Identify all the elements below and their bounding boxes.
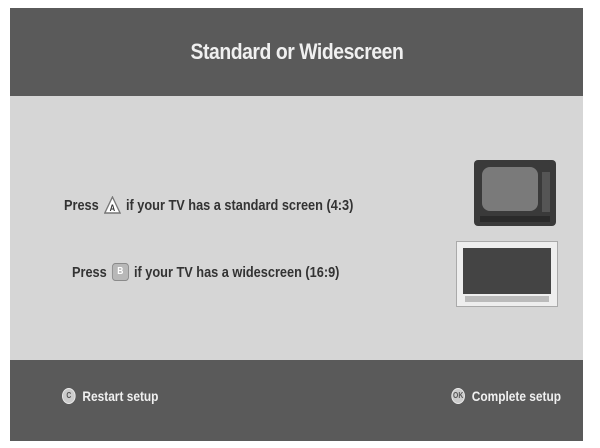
options-panel: Press A if your TV has a standard screen… [10, 96, 583, 360]
option-widescreen[interactable]: Press B if your TV has a widescreen (16:… [72, 263, 339, 281]
option-widescreen-label: if your TV has a widescreen (16:9) [133, 263, 340, 281]
triangle-a-key-icon: A [103, 195, 122, 214]
footer-bar: C Restart setup OK Complete setup [10, 360, 583, 441]
option-widescreen-prefix: Press [72, 263, 107, 281]
option-standard-prefix: Press [64, 196, 99, 214]
svg-text:A: A [110, 202, 116, 213]
complete-setup-button[interactable]: OK Complete setup [451, 388, 561, 404]
round-c-key-icon: C [62, 388, 76, 404]
crt-tv-icon [474, 160, 556, 226]
restart-setup-button[interactable]: C Restart setup [62, 388, 158, 404]
square-b-key-icon: B [111, 263, 129, 281]
widescreen-tv-icon [456, 241, 558, 307]
title-bar: Standard or Widescreen [10, 8, 583, 96]
restart-setup-label: Restart setup [82, 388, 159, 404]
complete-setup-label: Complete setup [471, 388, 561, 404]
option-standard[interactable]: Press A if your TV has a standard screen… [64, 195, 354, 214]
option-standard-label: if your TV has a standard screen (4:3) [125, 196, 354, 214]
page-title: Standard or Widescreen [190, 39, 403, 64]
setup-screen: Standard or Widescreen Press A if your T… [10, 8, 583, 441]
round-ok-key-icon: OK [451, 388, 465, 404]
